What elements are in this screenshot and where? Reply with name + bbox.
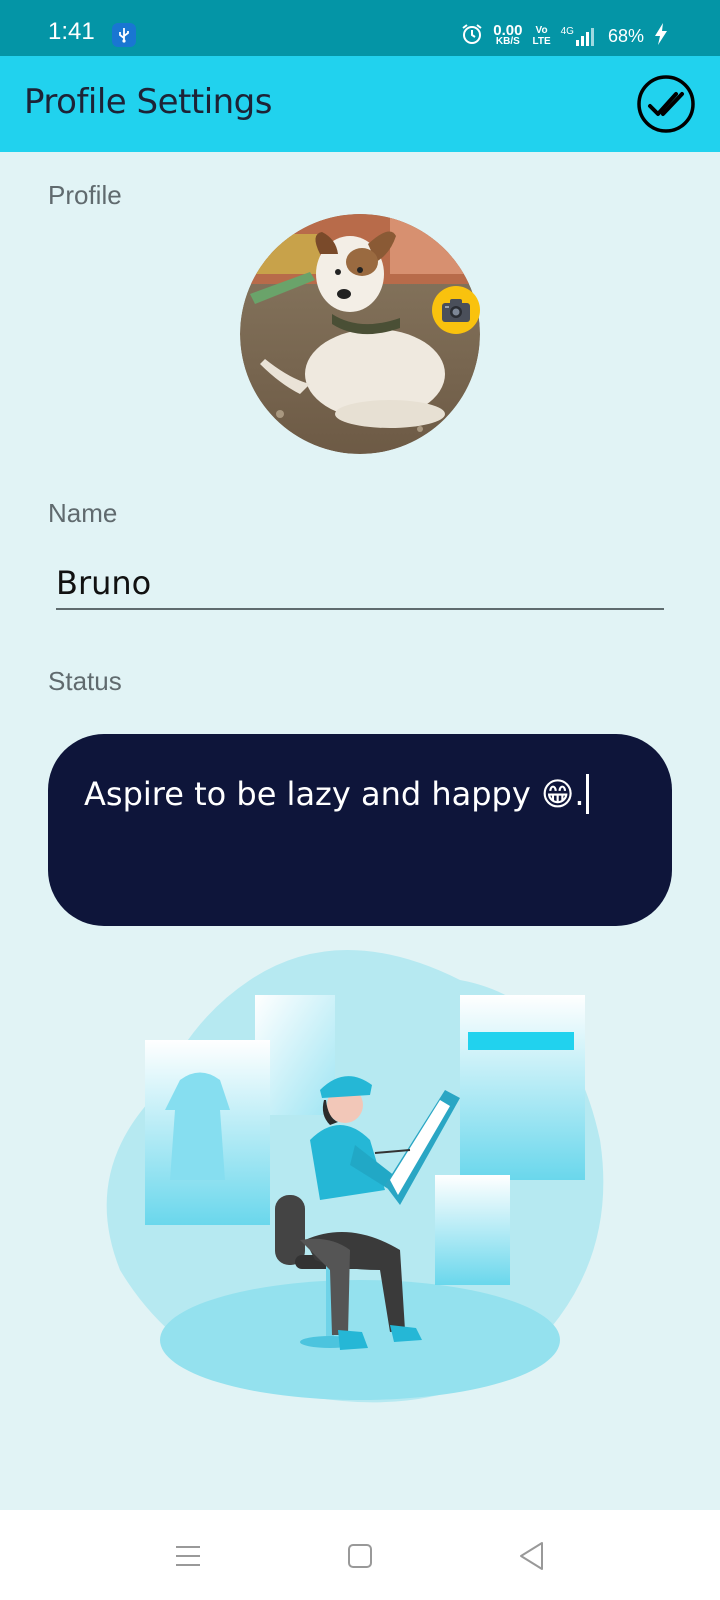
status-value: Aspire to be lazy and happy 😁. <box>84 775 585 813</box>
menu-icon <box>176 1546 200 1566</box>
back-button[interactable] <box>512 1536 552 1576</box>
usb-icon <box>112 23 136 47</box>
clock: 1:41 <box>48 18 95 45</box>
battery-level: 68% <box>607 25 644 46</box>
app-bar: Profile Settings <box>0 56 720 152</box>
net-speed: 0.00 KB/S <box>493 22 523 47</box>
volte-indicator: Vo LTE <box>532 25 551 47</box>
avatar-container <box>240 214 480 454</box>
back-icon <box>520 1542 543 1570</box>
signal-icon: 4G <box>561 26 598 46</box>
page-title: Profile Settings <box>24 82 272 122</box>
text-cursor <box>586 774 590 814</box>
designer-illustration <box>100 940 620 1410</box>
profile-label: Profile <box>48 180 122 210</box>
status-field[interactable]: Aspire to be lazy and happy 😁. <box>48 734 672 926</box>
status-label: Status <box>48 666 122 696</box>
avatar[interactable] <box>240 214 480 454</box>
status-icons: 0.00 KB/S Vo LTE 4G 68% <box>461 18 668 54</box>
double-check-icon <box>637 75 695 133</box>
menu-button[interactable] <box>168 1536 208 1576</box>
change-photo-button[interactable] <box>432 286 480 334</box>
name-value: Bruno <box>56 564 152 602</box>
home-icon <box>348 1544 372 1568</box>
navigation-bar <box>0 1510 720 1600</box>
name-label: Name <box>48 498 118 528</box>
status-bar: 1:41 0.00 KB/S Vo LTE 4G 68% <box>0 0 720 56</box>
camera-icon <box>442 299 470 322</box>
home-button[interactable] <box>340 1536 380 1576</box>
charging-icon <box>654 22 668 50</box>
alarm-icon <box>461 23 483 50</box>
save-button[interactable] <box>636 74 696 134</box>
name-field[interactable]: Bruno <box>56 560 664 610</box>
